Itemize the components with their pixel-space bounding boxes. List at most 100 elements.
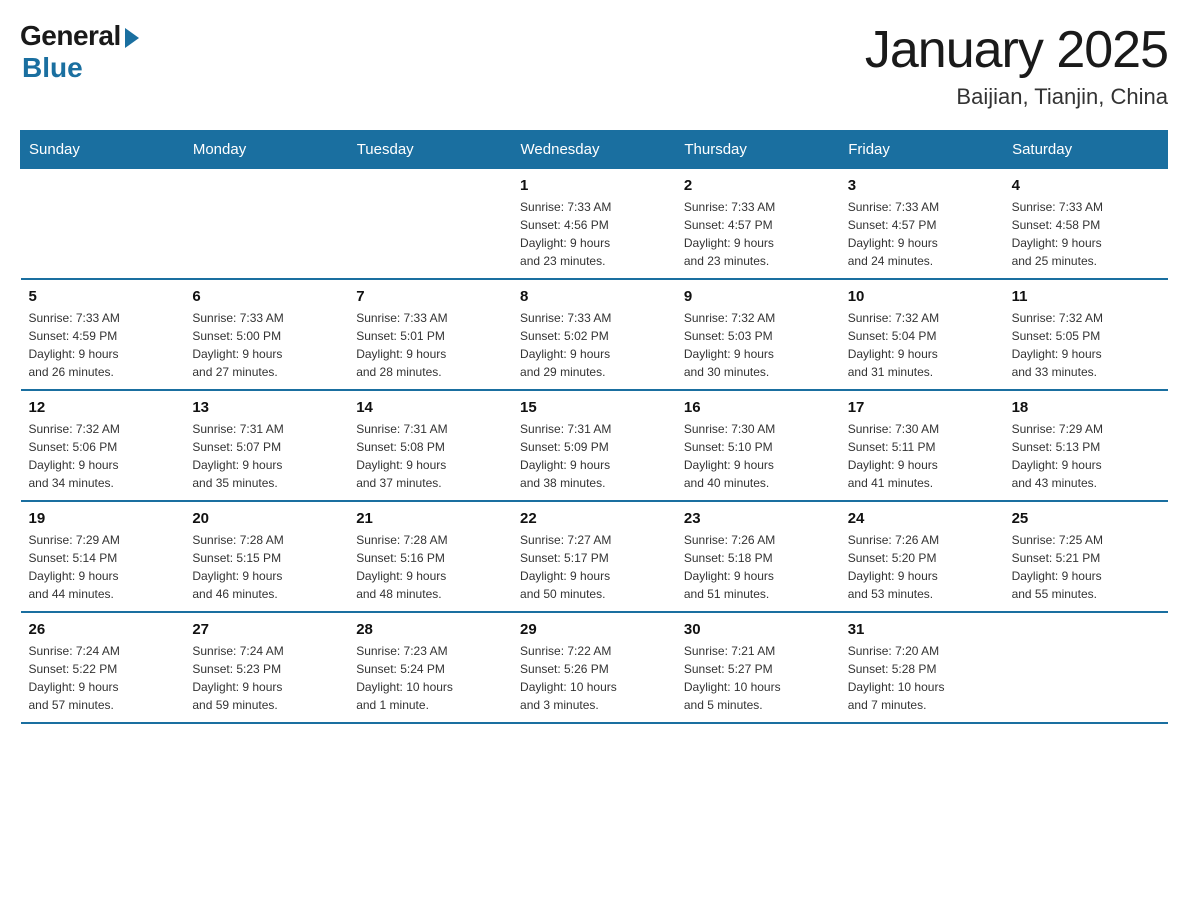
day-info: Sunrise: 7:32 AM Sunset: 5:04 PM Dayligh…: [848, 309, 996, 381]
day-info: Sunrise: 7:33 AM Sunset: 5:01 PM Dayligh…: [356, 309, 504, 381]
day-info: Sunrise: 7:33 AM Sunset: 4:56 PM Dayligh…: [520, 198, 668, 270]
calendar-cell: 11 Sunrise: 7:32 AM Sunset: 5:05 PM Dayli…: [1004, 279, 1168, 390]
calendar-cell: 21Sunrise: 7:28 AM Sunset: 5:16 PM Dayli…: [348, 501, 512, 612]
calendar-cell: 29Sunrise: 7:22 AM Sunset: 5:26 PM Dayli…: [512, 612, 676, 723]
day-info: Sunrise: 7:29 AM Sunset: 5:13 PM Dayligh…: [1012, 420, 1160, 492]
calendar-cell: [1004, 612, 1168, 723]
day-number: 24: [848, 510, 996, 527]
column-header-wednesday: Wednesday: [512, 131, 676, 169]
calendar-cell: 19 Sunrise: 7:29 AM Sunset: 5:14 PM Dayli…: [21, 501, 185, 612]
day-info: Sunrise: 7:25 AM Sunset: 5:21 PM Dayligh…: [1012, 531, 1160, 603]
day-number: 10: [848, 288, 996, 305]
day-info: Sunrise: 7:33 AM Sunset: 5:00 PM Dayligh…: [192, 309, 340, 381]
day-number: 8: [520, 288, 668, 305]
calendar-cell: 12 Sunrise: 7:32 AM Sunset: 5:06 PM Dayli…: [21, 390, 185, 501]
day-number: 6: [192, 288, 340, 305]
calendar-cell: 2Sunrise: 7:33 AM Sunset: 4:57 PM Daylig…: [676, 169, 840, 280]
day-info: Sunrise: 7:24 AM Sunset: 5:23 PM Dayligh…: [192, 642, 340, 714]
day-info: Sunrise: 7:33 AM Sunset: 4:59 PM Dayligh…: [29, 309, 177, 381]
calendar-cell: 22 Sunrise: 7:27 AM Sunset: 5:17 PM Dayli…: [512, 501, 676, 612]
day-number: 15: [520, 399, 668, 416]
day-info: Sunrise: 7:29 AM Sunset: 5:14 PM Dayligh…: [29, 531, 177, 603]
day-info: Sunrise: 7:33 AM Sunset: 4:58 PM Dayligh…: [1012, 198, 1160, 270]
calendar-cell: 13 Sunrise: 7:31 AM Sunset: 5:07 PM Dayli…: [184, 390, 348, 501]
day-number: 18: [1012, 399, 1160, 416]
day-number: 17: [848, 399, 996, 416]
calendar-title: January 2025: [865, 20, 1168, 80]
logo: General Blue: [20, 20, 139, 84]
day-info: Sunrise: 7:20 AM Sunset: 5:28 PM Dayligh…: [848, 642, 996, 714]
day-info: Sunrise: 7:26 AM Sunset: 5:18 PM Dayligh…: [684, 531, 832, 603]
day-info: Sunrise: 7:32 AM Sunset: 5:05 PM Dayligh…: [1012, 309, 1160, 381]
day-number: 5: [29, 288, 177, 305]
week-row-5: 26 Sunrise: 7:24 AM Sunset: 5:22 PM Dayli…: [21, 612, 1168, 723]
day-number: 30: [684, 621, 832, 638]
column-header-thursday: Thursday: [676, 131, 840, 169]
day-number: 23: [684, 510, 832, 527]
column-header-friday: Friday: [840, 131, 1004, 169]
calendar-cell: 26 Sunrise: 7:24 AM Sunset: 5:22 PM Dayli…: [21, 612, 185, 723]
week-row-4: 19 Sunrise: 7:29 AM Sunset: 5:14 PM Dayli…: [21, 501, 1168, 612]
day-info: Sunrise: 7:21 AM Sunset: 5:27 PM Dayligh…: [684, 642, 832, 714]
calendar-header-row: SundayMondayTuesdayWednesdayThursdayFrid…: [21, 131, 1168, 169]
logo-general-text: General: [20, 20, 121, 52]
calendar-cell: 14 Sunrise: 7:31 AM Sunset: 5:08 PM Dayli…: [348, 390, 512, 501]
day-info: Sunrise: 7:27 AM Sunset: 5:17 PM Dayligh…: [520, 531, 668, 603]
calendar-cell: 17Sunrise: 7:30 AM Sunset: 5:11 PM Dayli…: [840, 390, 1004, 501]
column-header-saturday: Saturday: [1004, 131, 1168, 169]
day-number: 16: [684, 399, 832, 416]
week-row-1: 1Sunrise: 7:33 AM Sunset: 4:56 PM Daylig…: [21, 169, 1168, 280]
calendar-cell: 28 Sunrise: 7:23 AM Sunset: 5:24 PM Dayli…: [348, 612, 512, 723]
day-info: Sunrise: 7:23 AM Sunset: 5:24 PM Dayligh…: [356, 642, 504, 714]
calendar-cell: 7 Sunrise: 7:33 AM Sunset: 5:01 PM Daylig…: [348, 279, 512, 390]
day-info: Sunrise: 7:32 AM Sunset: 5:03 PM Dayligh…: [684, 309, 832, 381]
day-info: Sunrise: 7:24 AM Sunset: 5:22 PM Dayligh…: [29, 642, 177, 714]
day-info: Sunrise: 7:33 AM Sunset: 4:57 PM Dayligh…: [848, 198, 996, 270]
day-number: 4: [1012, 177, 1160, 194]
day-number: 7: [356, 288, 504, 305]
column-header-monday: Monday: [184, 131, 348, 169]
calendar-cell: 8Sunrise: 7:33 AM Sunset: 5:02 PM Daylig…: [512, 279, 676, 390]
day-number: 25: [1012, 510, 1160, 527]
calendar-cell: 10 Sunrise: 7:32 AM Sunset: 5:04 PM Dayli…: [840, 279, 1004, 390]
calendar-cell: 3 Sunrise: 7:33 AM Sunset: 4:57 PM Daylig…: [840, 169, 1004, 280]
day-number: 26: [29, 621, 177, 638]
calendar-cell: 30 Sunrise: 7:21 AM Sunset: 5:27 PM Dayli…: [676, 612, 840, 723]
day-number: 11: [1012, 288, 1160, 305]
calendar-cell: 20 Sunrise: 7:28 AM Sunset: 5:15 PM Dayli…: [184, 501, 348, 612]
calendar-cell: 31Sunrise: 7:20 AM Sunset: 5:28 PM Dayli…: [840, 612, 1004, 723]
day-number: 13: [192, 399, 340, 416]
day-number: 2: [684, 177, 832, 194]
day-info: Sunrise: 7:31 AM Sunset: 5:09 PM Dayligh…: [520, 420, 668, 492]
calendar-cell: 25 Sunrise: 7:25 AM Sunset: 5:21 PM Dayli…: [1004, 501, 1168, 612]
week-row-3: 12 Sunrise: 7:32 AM Sunset: 5:06 PM Dayli…: [21, 390, 1168, 501]
day-number: 22: [520, 510, 668, 527]
calendar-cell: [184, 169, 348, 280]
day-number: 28: [356, 621, 504, 638]
calendar-subtitle: Baijian, Tianjin, China: [865, 84, 1168, 110]
week-row-2: 5 Sunrise: 7:33 AM Sunset: 4:59 PM Daylig…: [21, 279, 1168, 390]
calendar-cell: 9 Sunrise: 7:32 AM Sunset: 5:03 PM Daylig…: [676, 279, 840, 390]
calendar-cell: 27 Sunrise: 7:24 AM Sunset: 5:23 PM Dayli…: [184, 612, 348, 723]
calendar-table: SundayMondayTuesdayWednesdayThursdayFrid…: [20, 130, 1168, 724]
day-number: 9: [684, 288, 832, 305]
day-number: 3: [848, 177, 996, 194]
day-number: 19: [29, 510, 177, 527]
day-info: Sunrise: 7:22 AM Sunset: 5:26 PM Dayligh…: [520, 642, 668, 714]
calendar-cell: 4 Sunrise: 7:33 AM Sunset: 4:58 PM Daylig…: [1004, 169, 1168, 280]
day-number: 14: [356, 399, 504, 416]
day-number: 20: [192, 510, 340, 527]
day-info: Sunrise: 7:32 AM Sunset: 5:06 PM Dayligh…: [29, 420, 177, 492]
calendar-cell: [348, 169, 512, 280]
calendar-cell: [21, 169, 185, 280]
column-header-tuesday: Tuesday: [348, 131, 512, 169]
day-info: Sunrise: 7:31 AM Sunset: 5:08 PM Dayligh…: [356, 420, 504, 492]
day-info: Sunrise: 7:28 AM Sunset: 5:16 PM Dayligh…: [356, 531, 504, 603]
day-number: 27: [192, 621, 340, 638]
day-info: Sunrise: 7:28 AM Sunset: 5:15 PM Dayligh…: [192, 531, 340, 603]
day-number: 12: [29, 399, 177, 416]
day-info: Sunrise: 7:31 AM Sunset: 5:07 PM Dayligh…: [192, 420, 340, 492]
logo-arrow-icon: [125, 28, 139, 48]
logo-blue-text: Blue: [22, 52, 83, 84]
page-header: General Blue January 2025 Baijian, Tianj…: [20, 20, 1168, 110]
